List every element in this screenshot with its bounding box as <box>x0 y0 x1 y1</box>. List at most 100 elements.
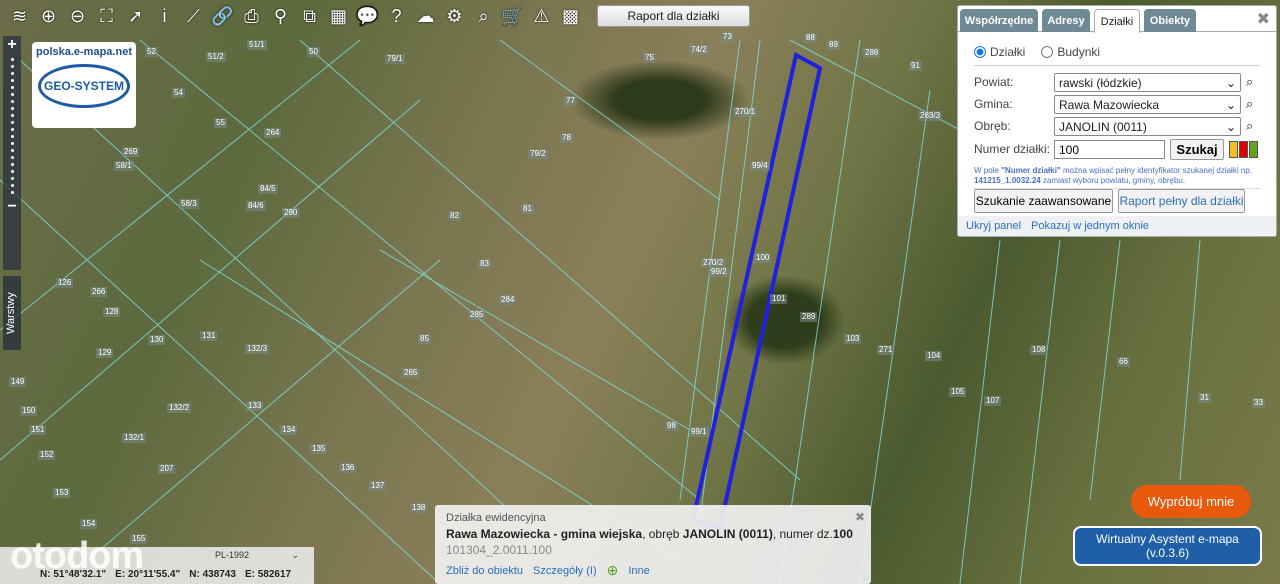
search-icon[interactable]: ⌕ <box>1246 96 1253 112</box>
measure-icon[interactable]: ⟋ <box>180 3 207 30</box>
close-icon[interactable]: ✖ <box>855 510 865 524</box>
zoom-level-tick[interactable] <box>10 170 14 173</box>
obreb-select[interactable]: JANOLIN (0011) ⌄ <box>1054 117 1241 136</box>
zoom-level-tick[interactable] <box>10 86 14 89</box>
parcel-number-label: 134 <box>280 425 298 435</box>
full-report-button[interactable]: Raport pełny dla działki <box>1118 189 1245 213</box>
zoom-level-tick[interactable] <box>10 58 14 61</box>
logo-brand: GEO-SYSTEM <box>38 64 130 108</box>
comment-icon[interactable]: 💬 <box>354 3 381 30</box>
obreb-label: Obręb: <box>974 119 1011 133</box>
zoom-slider[interactable]: + − <box>3 36 21 270</box>
tab-wspolrzedne[interactable]: Współrzędne <box>960 9 1038 32</box>
other-link[interactable]: Inne <box>628 565 649 577</box>
zoom-level-tick[interactable] <box>10 191 14 194</box>
zoom-level-tick[interactable] <box>10 163 14 166</box>
advanced-search-button[interactable]: Szukanie zaawansowane <box>974 189 1113 213</box>
parcel-number-label: 83 <box>478 259 491 269</box>
fullscreen-icon[interactable]: ⛶ <box>93 3 120 30</box>
zoom-level-tick[interactable] <box>10 156 14 159</box>
zoom-in-icon[interactable]: ⊕ <box>35 3 62 30</box>
palette-icon[interactable]: ▩ <box>557 3 584 30</box>
print-icon[interactable]: ⎙ <box>238 3 265 30</box>
cloud-download-icon[interactable]: ☁ <box>412 3 439 30</box>
search-panel: Współrzędne Adresy Działki Obiekty ✖ Dzi… <box>957 5 1277 237</box>
parcel-number-label: 151 <box>29 425 47 435</box>
layout-icon[interactable]: ▦ <box>325 3 352 30</box>
tab-adresy[interactable]: Adresy <box>1042 9 1090 32</box>
powiat-select[interactable]: rawski (łódzkie) ⌄ <box>1054 73 1241 92</box>
zoom-level-tick[interactable] <box>10 177 14 180</box>
close-icon[interactable]: ✖ <box>1257 9 1270 29</box>
gmina-select[interactable]: Rawa Mazowiecka ⌄ <box>1054 95 1241 114</box>
zoom-level-tick[interactable] <box>10 93 14 96</box>
zoom-level-tick[interactable] <box>10 184 14 187</box>
zoom-level-tick[interactable] <box>10 128 14 131</box>
pointer-icon[interactable]: ➚ <box>122 3 149 30</box>
numer-dzialki-input[interactable] <box>1054 140 1165 159</box>
parcel-number-label: 131 <box>200 331 218 341</box>
link-icon[interactable]: 🔗 <box>209 3 236 30</box>
zoom-level-tick[interactable] <box>10 149 14 152</box>
parcel-number-label: 78 <box>560 133 573 143</box>
compare-icon[interactable]: ⧉ <box>296 3 323 30</box>
zoom-level-tick[interactable] <box>10 65 14 68</box>
tab-dzialki[interactable]: Działki <box>1094 9 1140 33</box>
radio-dzialki[interactable] <box>974 46 986 58</box>
zoom-in-button[interactable]: + <box>7 36 16 54</box>
parcel-number-label: 55 <box>214 118 227 128</box>
try-assistant-button[interactable]: Wypróbuj mnie <box>1131 485 1251 518</box>
zoom-level-tick[interactable] <box>10 135 14 138</box>
gmina-value: Rawa Mazowiecka <box>1059 97 1160 112</box>
map-toolbar: ≋ ⊕ ⊖ ⛶ ➚ i ⟋ 🔗 ⎙ ⚲ ⧉ ▦ 💬? ☁ ⚙ ⌕ 🛒 ⚠ ▩ <box>0 0 600 33</box>
warning-icon[interactable]: ⚠ <box>528 3 555 30</box>
search-map-icon[interactable]: ⌕ <box>470 3 497 30</box>
parcel-number-label: 288 <box>863 48 881 58</box>
cart-icon[interactable]: 🛒 <box>499 3 526 30</box>
zoom-level-tick[interactable] <box>10 72 14 75</box>
parcel-number-label: 137 <box>369 481 387 491</box>
crs-select[interactable]: PL-1992 ⌄ <box>215 550 299 564</box>
radio-budynki[interactable] <box>1041 46 1054 58</box>
settings-icon[interactable]: ⚙ <box>441 3 468 30</box>
zoom-level-tick[interactable] <box>10 142 14 145</box>
logo[interactable]: polska.e-mapa.net GEO-SYSTEM <box>32 42 136 128</box>
single-window-link[interactable]: Pokazuj w jednym oknie <box>1031 220 1149 232</box>
parcel-number-label: 269 <box>122 147 140 157</box>
status-swatch <box>1229 141 1238 158</box>
search-icon[interactable]: ⌕ <box>1246 118 1253 134</box>
zoom-level-tick[interactable] <box>10 107 14 110</box>
hide-panel-link[interactable]: Ukryj panel <box>966 220 1021 232</box>
parcel-number-label: 271 <box>877 345 895 355</box>
search-icon[interactable]: ⌕ <box>1246 74 1253 90</box>
zoom-level-tick[interactable] <box>10 100 14 103</box>
virtual-assistant-button[interactable]: Wirtualny Asystent e-mapa (v.0.3.6) <box>1073 526 1262 566</box>
parcel-info-popup: ✖ Działka ewidencyjna Rawa Mazowiecka - … <box>435 505 871 584</box>
zoom-level-tick[interactable] <box>10 79 14 82</box>
location-icon[interactable]: ⚲ <box>267 3 294 30</box>
zoom-level-tick[interactable] <box>10 121 14 124</box>
parcel-number-label: 138 <box>410 503 428 513</box>
status-swatch <box>1249 141 1258 158</box>
parcel-number-label: 58/3 <box>179 199 199 209</box>
zoom-out-button[interactable]: − <box>7 198 16 216</box>
status-swatch <box>1239 141 1248 158</box>
zoom-level-tick[interactable] <box>10 114 14 117</box>
parcel-number-label: 284 <box>499 295 517 305</box>
report-parcel-button[interactable]: Raport dla działki <box>597 5 750 27</box>
plus-circle-icon[interactable]: ⊕ <box>607 562 619 579</box>
parcel-number-label: 149 <box>9 377 27 387</box>
details-link[interactable]: Szczegóły (I) <box>533 565 597 577</box>
zoom-to-object-link[interactable]: Zbliż do obiektu <box>446 565 523 577</box>
search-button[interactable]: Szukaj <box>1170 139 1224 160</box>
help-icon[interactable]: ? <box>383 3 410 30</box>
parcel-number-label: 264 <box>264 128 282 138</box>
layers-icon[interactable]: ≋ <box>6 3 33 30</box>
layers-toggle[interactable]: Warstwy <box>3 276 21 350</box>
parcel-number-label: 207 <box>158 464 176 474</box>
info-icon[interactable]: i <box>151 3 178 30</box>
tab-obiekty[interactable]: Obiekty <box>1144 9 1196 32</box>
gmina-label: Gmina: <box>974 97 1013 111</box>
parcel-number-label: 133 <box>246 401 264 411</box>
zoom-out-icon[interactable]: ⊖ <box>64 3 91 30</box>
